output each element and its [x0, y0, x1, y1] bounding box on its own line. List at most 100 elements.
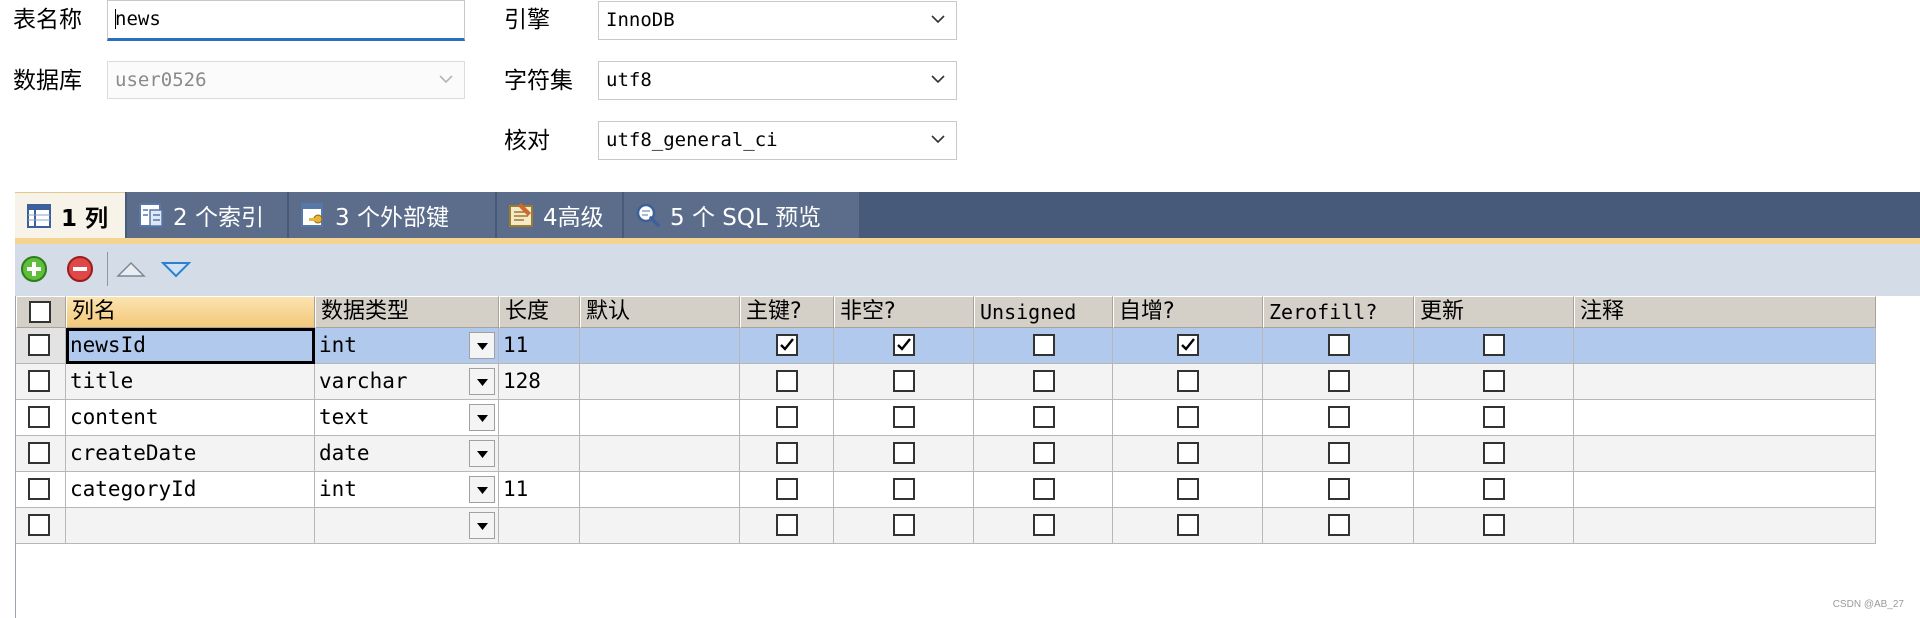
default-value-cell[interactable] [580, 436, 740, 472]
unsigned-cell[interactable] [974, 400, 1113, 436]
not-null-checkbox[interactable] [893, 478, 915, 500]
collation-select[interactable]: utf8_general_ci [598, 121, 957, 160]
engine-select[interactable]: InnoDB [598, 1, 957, 40]
unsigned-checkbox[interactable] [1033, 370, 1055, 392]
not-null-checkbox[interactable] [893, 334, 915, 356]
unsigned-checkbox[interactable] [1033, 478, 1055, 500]
header-auto-increment[interactable]: 自增? [1113, 296, 1263, 328]
row-select-cell[interactable] [16, 436, 66, 472]
table-name-input[interactable]: news [107, 0, 465, 41]
type-dropdown-button[interactable] [469, 332, 495, 359]
type-dropdown-button[interactable] [469, 512, 495, 539]
row-select-checkbox[interactable] [28, 370, 50, 392]
default-value-cell[interactable] [580, 328, 740, 364]
column-name-cell[interactable] [66, 508, 315, 544]
auto-increment-cell[interactable] [1113, 472, 1263, 508]
default-value-cell[interactable] [580, 508, 740, 544]
primary-key-cell[interactable] [740, 364, 834, 400]
length-cell[interactable]: 11 [499, 472, 580, 508]
column-name-cell[interactable]: title [66, 364, 315, 400]
row-select-checkbox[interactable] [28, 334, 50, 356]
update-checkbox[interactable] [1483, 334, 1505, 356]
unsigned-cell[interactable] [974, 472, 1113, 508]
zerofill-cell[interactable] [1263, 508, 1414, 544]
not-null-checkbox[interactable] [893, 370, 915, 392]
update-cell[interactable] [1414, 400, 1574, 436]
column-name-cell[interactable]: categoryId [66, 472, 315, 508]
comment-cell[interactable] [1574, 436, 1876, 472]
auto-increment-checkbox[interactable] [1177, 334, 1199, 356]
row-select-cell[interactable] [16, 364, 66, 400]
not-null-checkbox[interactable] [893, 514, 915, 536]
charset-select[interactable]: utf8 [598, 61, 957, 100]
update-checkbox[interactable] [1483, 442, 1505, 464]
tab-columns[interactable]: 1 列 [15, 192, 125, 238]
header-type[interactable]: 数据类型 [315, 296, 499, 328]
move-down-button[interactable] [160, 254, 192, 284]
auto-increment-checkbox[interactable] [1177, 370, 1199, 392]
comment-cell[interactable] [1574, 472, 1876, 508]
header-unsigned[interactable]: Unsigned [974, 296, 1113, 328]
unsigned-cell[interactable] [974, 364, 1113, 400]
primary-key-checkbox[interactable] [776, 370, 798, 392]
header-zerofill[interactable]: Zerofill? [1263, 296, 1414, 328]
zerofill-checkbox[interactable] [1328, 406, 1350, 428]
comment-cell[interactable] [1574, 400, 1876, 436]
comment-cell[interactable] [1574, 508, 1876, 544]
remove-column-button[interactable] [65, 254, 95, 284]
length-cell[interactable] [499, 508, 580, 544]
zerofill-checkbox[interactable] [1328, 478, 1350, 500]
not-null-cell[interactable] [834, 508, 974, 544]
zerofill-checkbox[interactable] [1328, 370, 1350, 392]
table-row[interactable]: categoryId int 11 [16, 472, 1876, 508]
type-dropdown-button[interactable] [469, 368, 495, 395]
zerofill-cell[interactable] [1263, 328, 1414, 364]
auto-increment-cell[interactable] [1113, 436, 1263, 472]
unsigned-checkbox[interactable] [1033, 442, 1055, 464]
column-name-cell[interactable]: newsId [66, 328, 315, 364]
row-select-cell[interactable] [16, 472, 66, 508]
not-null-checkbox[interactable] [893, 442, 915, 464]
zerofill-cell[interactable] [1263, 472, 1414, 508]
select-all-header[interactable] [16, 296, 66, 328]
header-comment[interactable]: 注释 [1574, 296, 1876, 328]
auto-increment-checkbox[interactable] [1177, 478, 1199, 500]
comment-cell[interactable] [1574, 364, 1876, 400]
select-all-checkbox[interactable] [29, 301, 51, 323]
row-select-checkbox[interactable] [28, 514, 50, 536]
not-null-cell[interactable] [834, 436, 974, 472]
zerofill-cell[interactable] [1263, 364, 1414, 400]
primary-key-cell[interactable] [740, 328, 834, 364]
auto-increment-cell[interactable] [1113, 328, 1263, 364]
header-primary-key[interactable]: 主键? [740, 296, 834, 328]
not-null-checkbox[interactable] [893, 406, 915, 428]
primary-key-cell[interactable] [740, 400, 834, 436]
auto-increment-cell[interactable] [1113, 508, 1263, 544]
update-cell[interactable] [1414, 328, 1574, 364]
primary-key-checkbox[interactable] [776, 442, 798, 464]
zerofill-cell[interactable] [1263, 400, 1414, 436]
data-type-cell[interactable]: text [315, 400, 499, 436]
header-length[interactable]: 长度 [499, 296, 580, 328]
primary-key-checkbox[interactable] [776, 334, 798, 356]
unsigned-checkbox[interactable] [1033, 334, 1055, 356]
header-update[interactable]: 更新 [1414, 296, 1574, 328]
auto-increment-checkbox[interactable] [1177, 514, 1199, 536]
data-type-cell[interactable] [315, 508, 499, 544]
not-null-cell[interactable] [834, 328, 974, 364]
auto-increment-cell[interactable] [1113, 364, 1263, 400]
tab-indexes[interactable]: 2 个索引 [127, 192, 287, 238]
default-value-cell[interactable] [580, 364, 740, 400]
not-null-cell[interactable] [834, 472, 974, 508]
move-up-button[interactable] [116, 254, 146, 284]
row-select-cell[interactable] [16, 328, 66, 364]
type-dropdown-button[interactable] [469, 476, 495, 503]
unsigned-cell[interactable] [974, 328, 1113, 364]
tab-sql-preview[interactable]: 5 个 SQL 预览 [624, 192, 859, 238]
default-value-cell[interactable] [580, 400, 740, 436]
header-default[interactable]: 默认 [580, 296, 740, 328]
update-cell[interactable] [1414, 472, 1574, 508]
length-cell[interactable] [499, 436, 580, 472]
zerofill-cell[interactable] [1263, 436, 1414, 472]
table-row[interactable]: newsId int 11 [16, 328, 1876, 364]
